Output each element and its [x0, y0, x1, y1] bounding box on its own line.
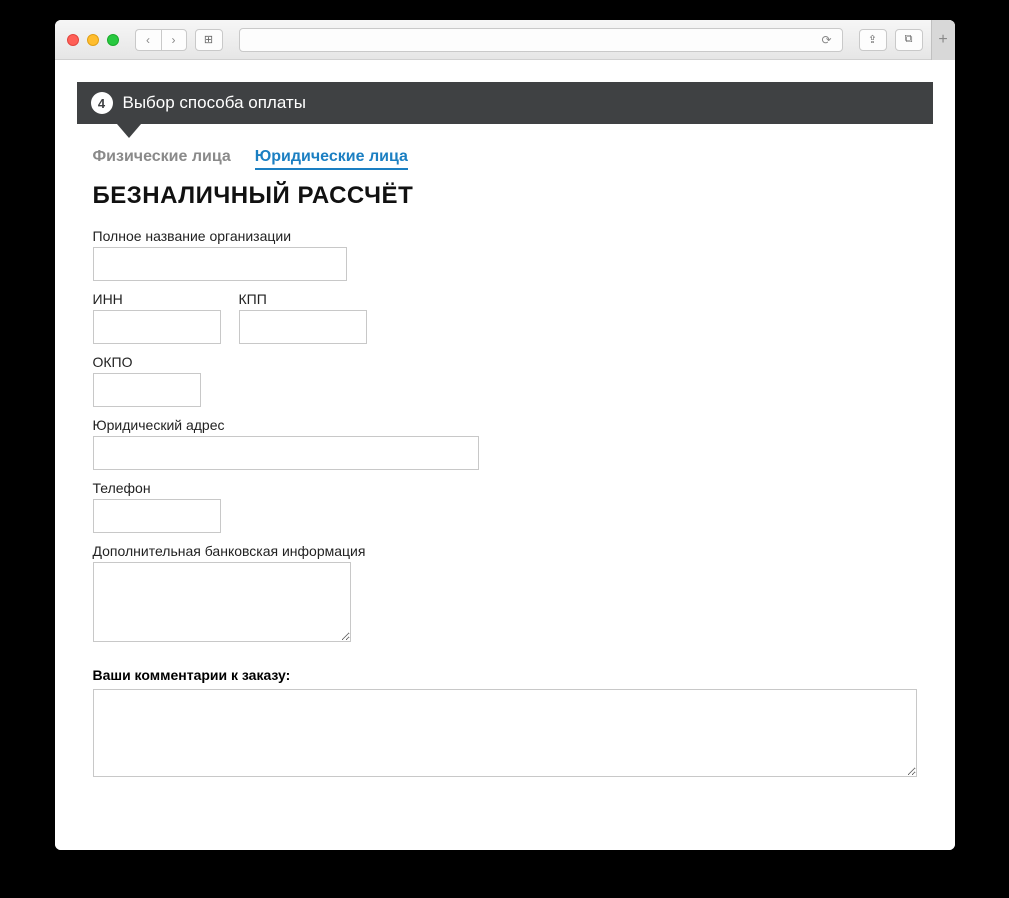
nav-buttons: ‹ › [135, 29, 187, 51]
section-title: БЕЗНАЛИЧНЫЙ РАССЧЁТ [77, 176, 933, 228]
legal-address-label: Юридический адрес [93, 417, 917, 433]
legal-address-input[interactable] [93, 436, 479, 470]
payment-tabs: Физические лица Юридические лица [77, 124, 933, 176]
tab-individuals[interactable]: Физические лица [93, 148, 231, 170]
okpo-input[interactable] [93, 373, 201, 407]
share-icon: ⇪ [868, 33, 877, 46]
payment-tabs-wrap: Физические лица Юридические лица БЕЗНАЛИ… [77, 124, 933, 782]
org-name-label: Полное название организации [93, 228, 917, 244]
tabs-button[interactable]: ⧉ [895, 29, 923, 51]
chevron-right-icon: › [172, 33, 176, 47]
step-title: Выбор способа оплаты [123, 93, 306, 113]
toolbar-right: ⇪ ⧉ [859, 29, 923, 51]
maximize-window-button[interactable] [107, 34, 119, 46]
inn-input[interactable] [93, 310, 221, 344]
bank-transfer-form: Полное название организации ИНН КПП ОКПО [77, 228, 933, 782]
chevron-left-icon: ‹ [146, 33, 150, 47]
browser-window: ‹ › ⊞ ⟳ ⇪ ⧉ + 4 Выбор способа оплаты Физ… [55, 20, 955, 850]
kpp-input[interactable] [239, 310, 367, 344]
checkout-step-header: 4 Выбор способа оплаты [77, 82, 933, 124]
org-name-input[interactable] [93, 247, 347, 281]
back-button[interactable]: ‹ [135, 29, 161, 51]
sidebar-icon: ⊞ [204, 33, 213, 46]
forward-button[interactable]: › [161, 29, 187, 51]
kpp-label: КПП [239, 291, 367, 307]
order-comments-textarea[interactable] [93, 689, 917, 777]
step-number-badge: 4 [91, 92, 113, 114]
traffic-lights [67, 34, 119, 46]
titlebar: ‹ › ⊞ ⟳ ⇪ ⧉ + [55, 20, 955, 60]
minimize-window-button[interactable] [87, 34, 99, 46]
url-bar[interactable]: ⟳ [239, 28, 843, 52]
page-content: 4 Выбор способа оплаты Физические лица Ю… [55, 60, 955, 850]
close-window-button[interactable] [67, 34, 79, 46]
phone-input[interactable] [93, 499, 221, 533]
reload-icon[interactable]: ⟳ [821, 33, 831, 47]
tab-legal-entities[interactable]: Юридические лица [255, 148, 408, 170]
inn-label: ИНН [93, 291, 221, 307]
bank-info-textarea[interactable] [93, 562, 351, 642]
phone-label: Телефон [93, 480, 917, 496]
sidebar-button[interactable]: ⊞ [195, 29, 223, 51]
new-tab-button[interactable]: + [931, 20, 955, 60]
plus-icon: + [938, 31, 947, 49]
bank-info-label: Дополнительная банковская информация [93, 543, 917, 559]
share-button[interactable]: ⇪ [859, 29, 887, 51]
tabs-icon: ⧉ [905, 33, 913, 46]
order-comments-label: Ваши комментарии к заказу: [93, 667, 917, 683]
okpo-label: ОКПО [93, 354, 917, 370]
header-pointer-icon [117, 124, 141, 138]
